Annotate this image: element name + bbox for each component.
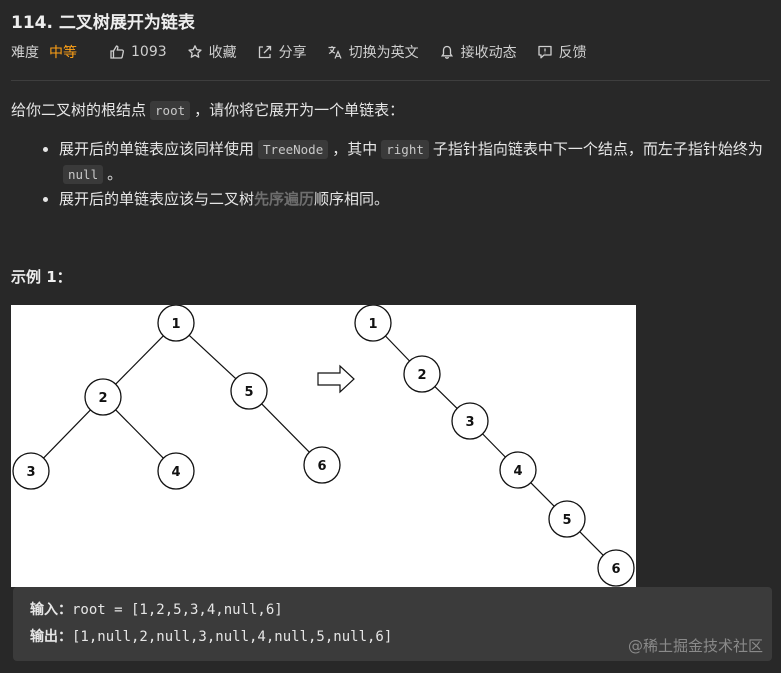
problem-meta-bar: 难度 中等 1093 收藏 分享 切换为英文 接收动态 反馈 (11, 40, 607, 64)
tree-node: 2 (84, 378, 122, 416)
input-value: root = [1,2,5,3,4,null,6] (72, 602, 283, 618)
intro-text-1: 给你二叉树的根结点 (11, 101, 147, 119)
svg-text:5: 5 (244, 385, 253, 400)
bullet-item-2: 展开后的单链表应该与二叉树先序遍历顺序相同。 (59, 187, 771, 211)
svg-text:6: 6 (317, 459, 326, 474)
tree-flatten-diagram: 1 2 5 3 4 6 1 2 3 4 5 6 (12, 305, 635, 587)
bullet1-text-d: 。 (107, 165, 123, 183)
like-count: 1093 (131, 44, 167, 60)
list-node: 4 (499, 451, 537, 489)
bullet-item-1: 展开后的单链表应该同样使用TreeNode，其中right子指针指向链表中下一个… (59, 137, 771, 187)
svg-text:2: 2 (417, 368, 426, 383)
thumbs-up-icon (110, 45, 124, 59)
like-button[interactable]: 1093 (109, 44, 167, 60)
svg-text:6: 6 (611, 562, 620, 577)
output-value: [1,null,2,null,3,null,4,null,5,null,6] (72, 629, 393, 645)
tree-node: 1 (157, 305, 195, 342)
bullet1-text-c: 子指针指向链表中下一个结点，而左子指针始终为 (432, 140, 763, 158)
list-node: 2 (403, 355, 441, 393)
bullet2-text-b: 顺序相同。 (314, 190, 390, 208)
svg-text:5: 5 (562, 513, 571, 528)
translate-icon (328, 46, 342, 59)
notify-button[interactable]: 接收动态 (439, 42, 517, 62)
feedback-label: 反馈 (558, 45, 587, 61)
input-label: 输入： (30, 602, 72, 618)
list-edge (579, 531, 604, 556)
svg-text:4: 4 (171, 465, 180, 480)
feedback-icon (537, 45, 552, 59)
tree-edge (188, 334, 237, 380)
tree-node: 3 (12, 452, 50, 490)
svg-text:2: 2 (98, 391, 107, 406)
inline-code-root: root (150, 101, 191, 120)
example-title: 示例 1： (11, 268, 72, 286)
watermark: @稀土掘金技术社区 (627, 637, 763, 655)
difficulty-label: 难度 (11, 45, 39, 61)
tree-node: 4 (157, 452, 195, 490)
switch-language-button[interactable]: 切换为英文 (327, 42, 419, 62)
list-edge (482, 433, 506, 458)
problem-description: 给你二叉树的根结点root，请你将它展开为一个单链表： 展开后的单链表应该同样使… (11, 98, 771, 211)
tree-edge (43, 409, 91, 459)
tree-node: 6 (303, 446, 341, 484)
switch-language-label: 切换为英文 (348, 45, 419, 61)
header-divider (11, 80, 770, 81)
bullet1-text-a: 展开后的单链表应该同样使用 (59, 140, 255, 158)
output-label: 输出： (30, 629, 72, 645)
description-intro: 给你二叉树的根结点 root ，请你将它展开为一个单链表： (11, 98, 771, 123)
example-output: 输出：[1,null,2,null,3,null,4,null,5,null,6… (30, 626, 392, 646)
feedback-button[interactable]: 反馈 (537, 42, 587, 62)
example-figure: 1 2 5 3 4 6 1 2 3 4 5 6 (11, 305, 636, 587)
list-node: 6 (597, 549, 635, 587)
favorite-button[interactable]: 收藏 (187, 42, 237, 62)
list-node: 1 (354, 305, 392, 342)
preorder-link[interactable]: 先序遍历 (254, 190, 314, 208)
tree-node: 5 (230, 372, 268, 410)
example-input: 输入：root = [1,2,5,3,4,null,6] (30, 599, 283, 619)
problem-title: 114. 二叉树展开为链表 (11, 13, 195, 33)
list-edge (530, 482, 555, 507)
list-edge (434, 386, 458, 409)
svg-text:1: 1 (368, 317, 377, 332)
bullet2-text-a: 展开后的单链表应该与二叉树 (59, 190, 255, 208)
share-icon (258, 45, 271, 59)
svg-text:4: 4 (513, 464, 522, 479)
bell-icon (440, 45, 453, 59)
bullet1-text-b: ，其中 (332, 140, 378, 158)
share-label: 分享 (278, 45, 307, 61)
tree-edge (261, 403, 310, 453)
notify-label: 接收动态 (460, 45, 517, 61)
tree-edge (115, 335, 164, 385)
share-button[interactable]: 分享 (257, 42, 307, 62)
inline-code-treenode: TreeNode (258, 140, 329, 159)
list-node: 5 (548, 500, 586, 538)
svg-text:1: 1 (171, 317, 180, 332)
list-node: 3 (451, 402, 489, 440)
tree-edge (115, 409, 164, 459)
star-icon (187, 45, 202, 58)
inline-code-null: null (63, 165, 104, 184)
transform-arrow-icon (317, 364, 355, 394)
favorite-label: 收藏 (208, 45, 237, 61)
description-bullets: 展开后的单链表应该同样使用TreeNode，其中right子指针指向链表中下一个… (11, 137, 771, 211)
intro-text-2: ，请你将它展开为一个单链表： (194, 101, 405, 119)
svg-text:3: 3 (465, 415, 474, 430)
list-edge (385, 335, 410, 362)
inline-code-right: right (381, 140, 429, 159)
svg-text:3: 3 (26, 465, 35, 480)
difficulty-badge: 中等 (49, 45, 77, 61)
